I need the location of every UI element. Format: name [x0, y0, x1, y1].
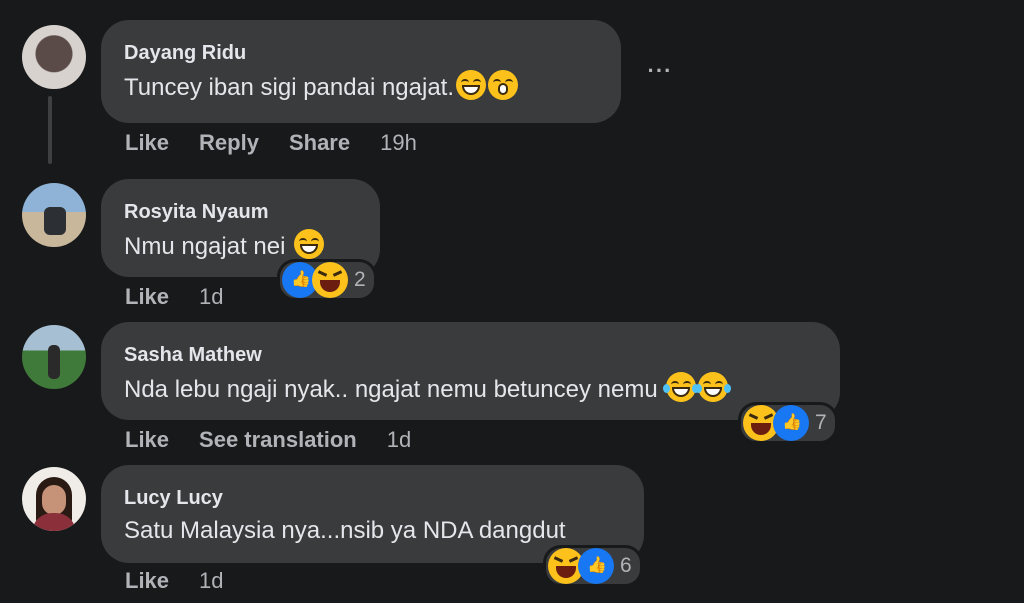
grinning-face-emoji-icon: [456, 70, 486, 100]
reaction-summary[interactable]: 2: [277, 259, 377, 301]
thread-connector-line: [48, 96, 52, 164]
reaction-count: 2: [354, 268, 366, 291]
comment-text-body: Tuncey iban sigi pandai ngajat.: [124, 74, 454, 101]
comment-actions: Like 1d: [125, 568, 254, 594]
comment-bubble: Dayang Ridu Tuncey iban sigi pandai ngaj…: [101, 20, 621, 123]
comment-text-body: Nmu ngajat nei: [124, 233, 286, 260]
haha-reaction-icon: [312, 262, 348, 298]
face-with-tears-of-joy-emoji-icon: [663, 372, 700, 402]
comment-actions: Like Reply Share 19h: [125, 130, 447, 156]
squinting-laughing-face-emoji-icon: [294, 229, 325, 259]
author-name[interactable]: Dayang Ridu: [124, 40, 597, 66]
comment-text: Tuncey iban sigi pandai ngajat.: [124, 70, 597, 104]
avatar[interactable]: [22, 467, 86, 531]
reaction-count: 6: [620, 554, 632, 577]
face-with-hand-over-mouth-emoji-icon: [488, 70, 518, 100]
timestamp[interactable]: 1d: [199, 568, 223, 593]
avatar[interactable]: [22, 325, 86, 389]
comment-text: Satu Malaysia nya...nsib ya NDA dangdut: [124, 517, 566, 544]
more-options-icon[interactable]: ···: [642, 56, 678, 86]
timestamp[interactable]: 1d: [387, 427, 411, 452]
author-name[interactable]: Sasha Mathew: [124, 342, 816, 368]
share-link[interactable]: Share: [289, 130, 350, 155]
reaction-summary[interactable]: 6: [543, 545, 643, 587]
author-name[interactable]: Lucy Lucy: [124, 485, 620, 511]
see-translation-link[interactable]: See translation: [199, 427, 357, 452]
reply-link[interactable]: Reply: [199, 130, 259, 155]
comment-text: Nda lebu ngaji nyak.. ngajat nemu betunc…: [124, 372, 816, 406]
comment-bubble: Sasha Mathew Nda lebu ngaji nyak.. ngaja…: [101, 322, 840, 420]
avatar[interactable]: [22, 183, 86, 247]
reaction-summary[interactable]: 7: [738, 402, 838, 444]
like-link[interactable]: Like: [125, 568, 169, 593]
reaction-count: 7: [815, 411, 827, 434]
author-name[interactable]: Rosyita Nyaum: [124, 199, 356, 225]
comment-text-body: Nda lebu ngaji nyak.. ngajat nemu betunc…: [124, 376, 658, 403]
like-link[interactable]: Like: [125, 427, 169, 452]
like-link[interactable]: Like: [125, 130, 169, 155]
timestamp[interactable]: 1d: [199, 284, 223, 309]
comment-text: Nmu ngajat nei: [124, 229, 356, 263]
comment-actions: Like 1d: [125, 284, 254, 310]
like-link[interactable]: Like: [125, 284, 169, 309]
timestamp[interactable]: 19h: [380, 130, 417, 155]
face-with-tears-of-joy-emoji-icon: [695, 372, 732, 402]
like-reaction-icon: [773, 405, 809, 441]
avatar[interactable]: [22, 25, 86, 89]
comment-actions: Like See translation 1d: [125, 427, 441, 453]
like-reaction-icon: [578, 548, 614, 584]
